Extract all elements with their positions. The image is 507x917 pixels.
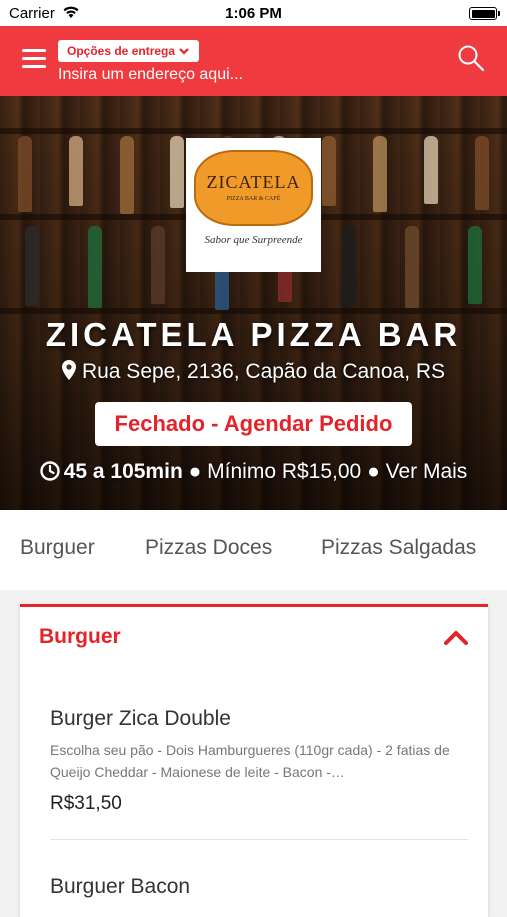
tab-pizzas-salgadas[interactable]: Pizzas Salgadas <box>321 536 476 560</box>
clock-icon <box>39 461 60 487</box>
clock-time: 1:06 PM <box>225 5 282 22</box>
hamburger-menu-icon[interactable] <box>22 49 46 71</box>
store-hero: ZICATELA PIZZA BAR & CAFÉ Sabor que Surp… <box>0 96 507 510</box>
store-address-text: Rua Sepe, 2136, Capão da Canoa, RS <box>81 360 446 383</box>
schedule-order-button[interactable]: Fechado - Agendar Pedido <box>95 402 412 446</box>
store-name: ZICATELA PIZZA BAR <box>45 316 462 353</box>
delivery-options-label: Opções de entrega <box>67 44 176 58</box>
delivery-options-button[interactable]: Opções de entrega <box>58 40 200 63</box>
logo-slogan: Sabor que Surpreende <box>204 234 303 246</box>
address-input[interactable]: Insira um endereço aqui... <box>58 66 243 84</box>
see-more-link[interactable]: Ver Mais <box>386 460 468 483</box>
item-divider <box>50 839 468 840</box>
hero-shelf <box>0 128 507 134</box>
logo-badge: ZICATELA PIZZA BAR & CAFÉ <box>194 150 313 226</box>
store-address: Rua Sepe, 2136, Capão da Canoa, RS <box>0 360 507 386</box>
category-tabs: Burguer Pizzas Doces Pizzas Salgadas <box>0 510 507 590</box>
section-title[interactable]: Burguer <box>39 625 121 649</box>
store-logo: ZICATELA PIZZA BAR & CAFÉ Sabor que Surp… <box>186 138 321 272</box>
delivery-time: 45 a 105min <box>63 460 183 483</box>
menu-item-name: Burger Zica Double <box>50 707 231 730</box>
menu-item[interactable]: Burger Zica Double Escolha seu pão - Doi… <box>50 707 470 815</box>
chevron-down-icon <box>179 41 189 63</box>
menu-item-name: Burguer Bacon <box>50 875 191 898</box>
info-separator: ● <box>188 460 202 483</box>
info-separator: ● <box>367 460 380 483</box>
minimum-order: Mínimo R$15,00 <box>207 460 362 483</box>
logo-subtitle: PIZZA BAR & CAFÉ <box>226 196 281 202</box>
menu-item[interactable]: Burguer Bacon <box>50 875 470 899</box>
menu-item-description: Escolha seu pão - Dois Hamburgueres (110… <box>50 742 450 780</box>
tab-pizzas-doces[interactable]: Pizzas Doces <box>145 536 272 560</box>
menu-item-price: R$31,50 <box>50 793 122 814</box>
store-info-row: 45 a 105min ● Mínimo R$15,00 ● Ver Mais <box>0 460 507 487</box>
tab-burguer[interactable]: Burguer <box>20 536 95 560</box>
app-header: Opções de entrega Insira um endereço aqu… <box>0 26 507 96</box>
battery-icon <box>469 7 500 20</box>
location-pin-icon <box>61 360 76 386</box>
logo-name: ZICATELA <box>206 172 301 192</box>
status-bar: Carrier 1:06 PM <box>0 0 507 26</box>
chevron-up-icon[interactable] <box>444 629 468 645</box>
search-icon[interactable] <box>457 44 485 72</box>
menu-section-card: Burguer Burger Zica Double Escolha seu p… <box>20 604 488 917</box>
